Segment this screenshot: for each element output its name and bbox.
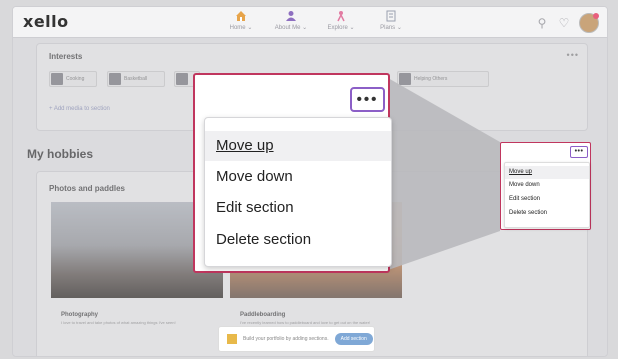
screenshot-frame: xello Home ⌄ About Me ⌄ Explore ⌄ Plans … [0,0,618,359]
section-context-menu: Move up Move down Edit section Delete se… [204,117,392,267]
more-options-dots: ••• [356,91,379,108]
zoomed-section-menu: ••• Move up Move down Edit section Delet… [193,73,392,273]
mini-menu-move-down[interactable]: Move down [505,179,589,192]
menu-delete-section[interactable]: Delete section [205,225,391,255]
menu-move-down[interactable]: Move down [205,162,391,192]
mini-section-menu: ••• Move up Move down Edit section Delet… [500,142,591,230]
mini-menu-move-up[interactable]: Move up [505,166,589,179]
more-options-button[interactable]: ••• [350,87,385,112]
mini-more-options-button[interactable]: ••• [570,146,588,158]
menu-edit-section[interactable]: Edit section [205,193,391,223]
menu-move-up[interactable]: Move up [205,131,391,161]
mini-context-menu: Move up Move down Edit section Delete se… [504,162,590,228]
mini-menu-delete-section[interactable]: Delete section [505,207,589,220]
mini-menu-edit-section[interactable]: Edit section [505,193,589,206]
